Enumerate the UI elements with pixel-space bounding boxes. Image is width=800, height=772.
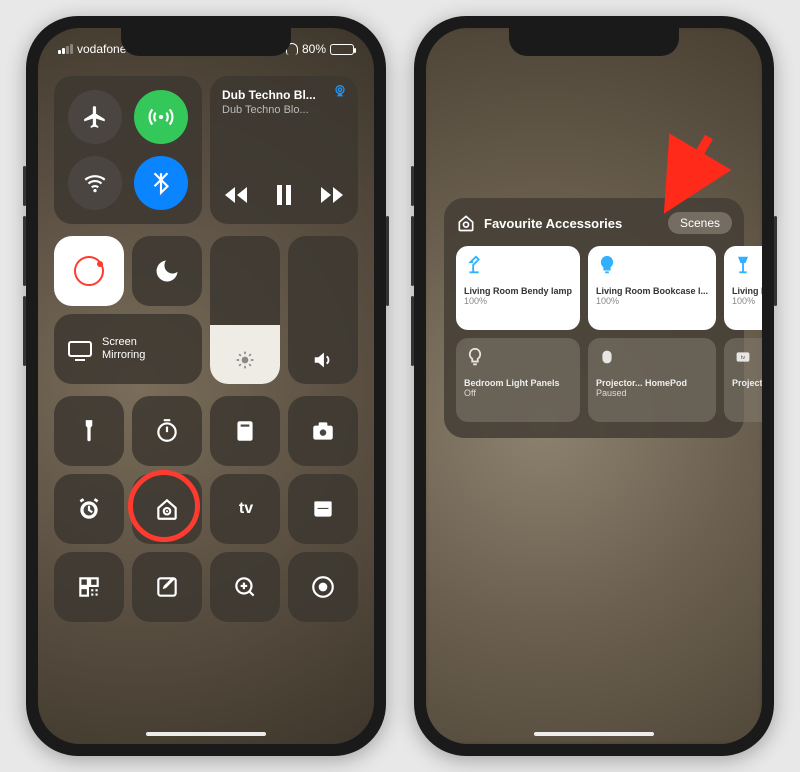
moon-icon <box>153 257 181 285</box>
accessory-name: Projector... HomePod <box>596 378 708 388</box>
accessory-name: Living Room Awesome l... <box>732 286 762 296</box>
wifi-toggle[interactable] <box>68 156 122 210</box>
brightness-slider[interactable] <box>210 236 280 384</box>
timer-icon <box>154 418 180 444</box>
next-button[interactable] <box>320 185 344 205</box>
desk-lamp-icon <box>464 254 572 282</box>
iphone-left: vodafone UK 4G 80% <box>26 16 386 756</box>
timer-button[interactable] <box>132 396 202 466</box>
signal-icon <box>58 44 73 54</box>
accessory-tile[interactable]: Bedroom Light PanelsOff <box>456 338 580 422</box>
rotation-lock-icon <box>74 256 104 286</box>
bluetooth-toggle[interactable] <box>134 156 188 210</box>
accessory-tile[interactable]: Living Room Bookcase l...100% <box>588 246 716 330</box>
svg-text:tv: tv <box>741 355 746 361</box>
accessory-name: Living Room Bookcase l... <box>596 286 708 296</box>
compose-icon <box>154 574 180 600</box>
media-title: Dub Techno Bl... <box>222 88 346 102</box>
battery-pct: 80% <box>302 42 326 56</box>
notes-button[interactable] <box>132 552 202 622</box>
home-icon <box>456 213 476 233</box>
appletv-icon: tv <box>732 346 762 374</box>
dnd-toggle[interactable] <box>132 236 202 306</box>
rotation-lock-toggle[interactable] <box>54 236 124 306</box>
wallet-icon <box>310 496 336 522</box>
record-icon <box>310 574 336 600</box>
qr-icon <box>76 574 102 600</box>
bulb-icon <box>596 254 708 282</box>
homepod-icon <box>596 346 708 374</box>
scenes-button[interactable]: Scenes <box>668 212 732 234</box>
screen-mirroring-icon <box>68 341 92 357</box>
calculator-button[interactable] <box>210 396 280 466</box>
volume-slider[interactable] <box>288 236 358 384</box>
mirror-line1: Screen <box>102 336 145 349</box>
connectivity-tile[interactable] <box>54 76 202 224</box>
flashlight-button[interactable] <box>54 396 124 466</box>
accessory-tile[interactable]: Living Room Awesome l...100% <box>724 246 762 330</box>
media-subtitle: Dub Techno Blo... <box>222 104 346 116</box>
accessory-name: Bedroom Light Panels <box>464 378 572 388</box>
qr-scanner-button[interactable] <box>54 552 124 622</box>
bulb-off-icon <box>464 346 572 374</box>
brightness-icon <box>210 350 280 370</box>
flashlight-icon <box>76 418 102 444</box>
accessory-tile[interactable]: Projector... HomePodPaused <box>588 338 716 422</box>
battery-icon <box>330 44 354 55</box>
prev-button[interactable] <box>224 185 248 205</box>
accessory-state: 100% <box>596 296 708 306</box>
alarm-button[interactable] <box>54 474 124 544</box>
home-indicator[interactable] <box>534 732 654 736</box>
airplay-icon[interactable] <box>332 84 348 98</box>
pause-button[interactable] <box>275 184 293 206</box>
accessory-name: Projector... Projector <box>732 378 762 388</box>
panel-title: Favourite Accessories <box>484 216 660 231</box>
wallet-button[interactable] <box>288 474 358 544</box>
iphone-right: Favourite Accessories Scenes Living Room… <box>414 16 774 756</box>
control-center: Dub Techno Bl... Dub Techno Blo... <box>54 76 358 720</box>
cellular-toggle[interactable] <box>134 90 188 144</box>
accessory-tile[interactable]: Living Room Bendy lamp100% <box>456 246 580 330</box>
home-favorites-panel: Favourite Accessories Scenes Living Room… <box>444 198 744 438</box>
camera-button[interactable] <box>288 396 358 466</box>
alarm-icon <box>76 496 102 522</box>
tv-label: tv <box>239 500 253 518</box>
screen-record-button[interactable] <box>288 552 358 622</box>
screen-mirroring-button[interactable]: ScreenMirroring <box>54 314 202 384</box>
airplane-toggle[interactable] <box>68 90 122 144</box>
accessory-state: 100% <box>732 296 762 306</box>
bluetooth-icon <box>148 170 174 196</box>
calculator-icon <box>232 418 258 444</box>
now-playing-tile[interactable]: Dub Techno Bl... Dub Techno Blo... <box>210 76 358 224</box>
airplane-icon <box>82 104 108 130</box>
wifi-icon <box>82 170 108 196</box>
home-icon <box>154 496 180 522</box>
accessory-state: Off <box>464 388 572 398</box>
home-button[interactable] <box>132 474 202 544</box>
mirror-line2: Mirroring <box>102 349 145 362</box>
floor-lamp-icon <box>732 254 762 282</box>
accessory-tile[interactable]: tv Projector... Projector <box>724 338 762 422</box>
volume-icon <box>288 350 358 370</box>
cellular-icon <box>148 104 174 130</box>
home-indicator[interactable] <box>146 732 266 736</box>
accessory-name: Living Room Bendy lamp <box>464 286 572 296</box>
appletv-remote-button[interactable]: tv <box>210 474 280 544</box>
accessory-state: 100% <box>464 296 572 306</box>
camera-icon <box>310 418 336 444</box>
accessory-state: Paused <box>596 388 708 398</box>
magnifier-button[interactable] <box>210 552 280 622</box>
magnifier-icon <box>232 574 258 600</box>
